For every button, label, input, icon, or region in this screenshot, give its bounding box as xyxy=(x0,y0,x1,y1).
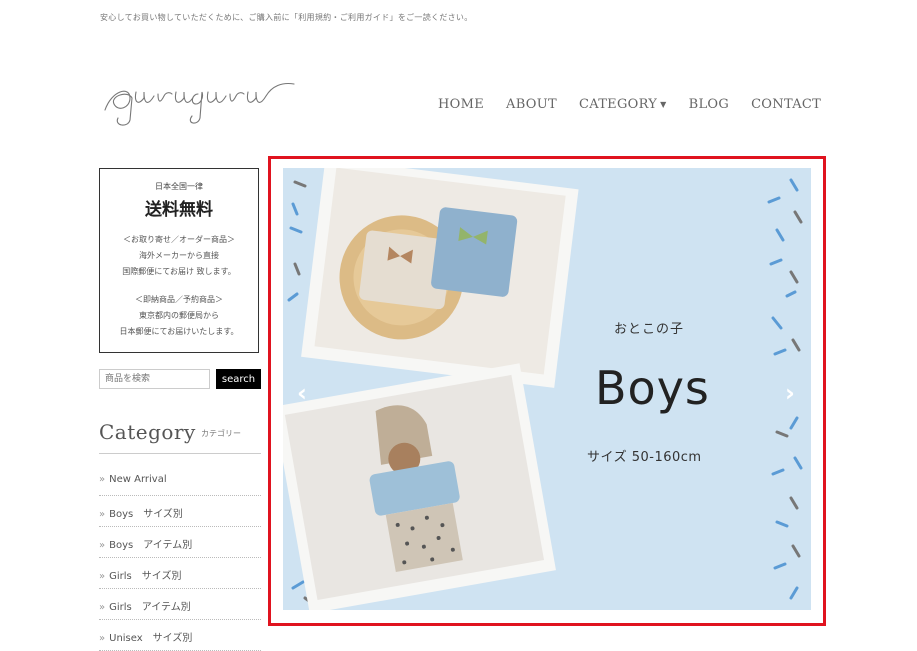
nav-contact[interactable]: CONTACT xyxy=(751,97,821,112)
bullet-icon: » xyxy=(99,474,106,485)
banner-subtitle: おとこの子 xyxy=(614,322,685,337)
bullet-icon: » xyxy=(99,509,106,520)
next-arrow-icon[interactable]: › xyxy=(779,378,801,408)
nav-category-label: CATEGORY xyxy=(578,97,658,112)
category-item[interactable]: » Boys アイテム別 xyxy=(99,527,261,558)
nav-blog[interactable]: BLOG xyxy=(689,97,729,112)
shipping-small: 日本全国一律 xyxy=(155,182,203,191)
bullet-icon: » xyxy=(99,633,106,644)
category-divider xyxy=(99,453,261,454)
category-item-label: Girls サイズ別 xyxy=(109,571,182,582)
category-item[interactable]: » Girls アイテム別 xyxy=(99,589,261,620)
search-input[interactable] xyxy=(99,369,210,389)
caret-down-icon: ▼ xyxy=(660,100,667,109)
nav-about[interactable]: ABOUT xyxy=(506,97,557,112)
category-item-label: Unisex サイズ別 xyxy=(109,633,193,644)
bullet-icon: » xyxy=(99,571,106,582)
shipping-line: ＜即納商品／予約商品＞ xyxy=(135,295,223,304)
category-item-label: Girls アイテム別 xyxy=(109,602,191,613)
bullet-icon: » xyxy=(99,602,106,613)
main-nav: HOME ABOUT CATEGORY ▼ BLOG CONTACT xyxy=(438,97,843,112)
search-button[interactable]: search xyxy=(216,369,261,389)
nav-category[interactable]: CATEGORY ▼ xyxy=(579,97,667,112)
category-item[interactable]: » Girls サイズ別 xyxy=(99,558,261,589)
category-item[interactable]: » Boys サイズ別 xyxy=(99,496,261,527)
banner-artwork xyxy=(283,168,803,610)
category-title: Category xyxy=(99,420,196,444)
free-shipping-box: 日本全国一律 送料無料 ＜お取り寄せ／オーダー商品＞ 海外メーカーから直接 国際… xyxy=(99,168,259,353)
bullet-icon: » xyxy=(99,540,106,551)
category-item-label: Boys アイテム別 xyxy=(109,540,193,551)
banner-title: Boys xyxy=(595,361,710,415)
banner-size-text: サイズ 50-160cm xyxy=(587,450,702,465)
category-item-label: New Arrival xyxy=(109,474,167,485)
category-list: » New Arrival » Boys サイズ別 » Boys アイテム別 » Gir… xyxy=(99,465,261,651)
shipping-line: 東京都内の郵便局から xyxy=(139,311,219,320)
shipping-line: 海外メーカーから直接 xyxy=(139,251,219,260)
category-subtitle: カテゴリー xyxy=(201,429,241,438)
top-notice: 安心してお買い物していただくために、ご購入前に「利用規約・ご利用ガイド」をご一読… xyxy=(100,13,473,22)
prev-arrow-icon[interactable]: ‹ xyxy=(291,378,313,408)
shipping-line: 日本郵便にてお届けいたします。 xyxy=(119,327,239,336)
category-item[interactable]: » Unisex サイズ別 xyxy=(99,620,261,651)
nav-home[interactable]: HOME xyxy=(438,97,484,112)
shipping-big: 送料無料 xyxy=(145,200,213,220)
category-item[interactable]: » New Arrival xyxy=(99,465,261,496)
shipping-line: 国際郵便にてお届け 致します。 xyxy=(122,267,236,276)
guruguru-logo[interactable] xyxy=(100,68,300,128)
shipping-line: ＜お取り寄せ／オーダー商品＞ xyxy=(123,235,235,244)
boys-banner-slide[interactable]: おとこの子 Boys サイズ 50-160cm ‹ › xyxy=(283,168,811,610)
category-item-label: Boys サイズ別 xyxy=(109,509,183,520)
